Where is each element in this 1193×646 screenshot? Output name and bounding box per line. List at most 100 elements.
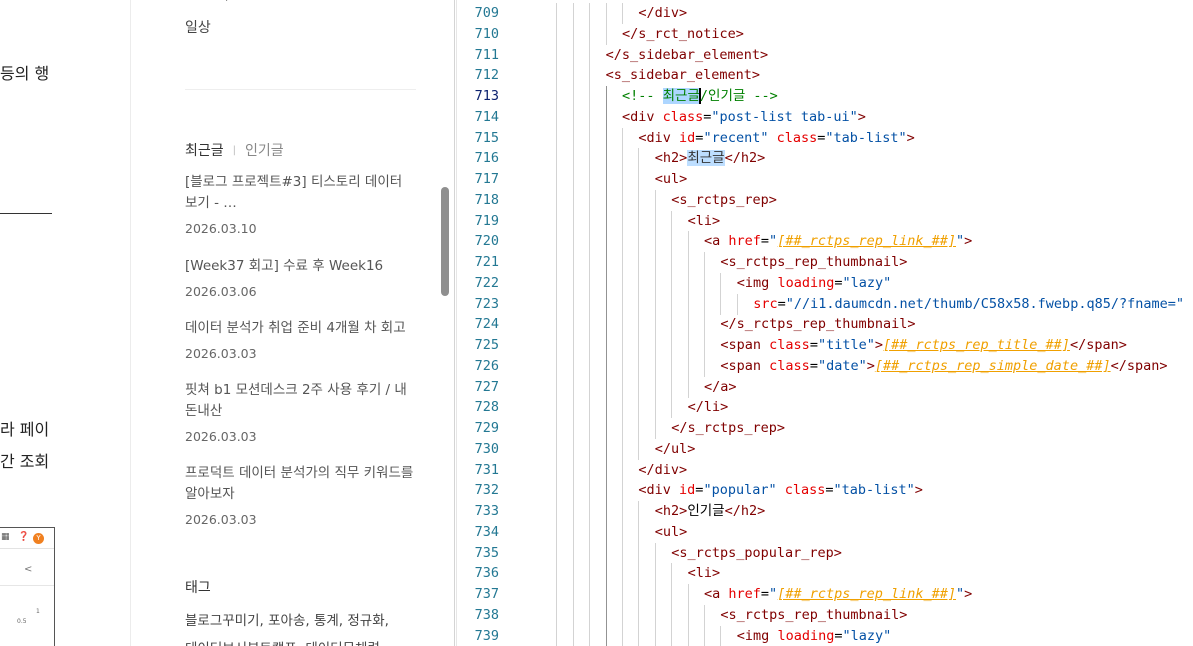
code-text[interactable]: <div class="post-list tab-ui"> (622, 107, 866, 128)
code-text[interactable]: </s_sidebar_element> (606, 45, 769, 66)
code-line[interactable]: 739 <img loading="lazy" (458, 625, 1193, 646)
code-line[interactable]: 724 </s_rctps_rep_thumbnail> (458, 314, 1193, 336)
code-line[interactable]: 718 <s_rctps_rep> (458, 189, 1193, 211)
code-line[interactable]: 732 <div id="popular" class="tab-list"> (458, 480, 1193, 502)
code-text[interactable]: </a> (704, 377, 737, 398)
code-text[interactable]: </s_rctps_rep_thumbnail> (720, 314, 915, 335)
indent-guide (556, 293, 558, 315)
post-title[interactable]: [Week37 회고] 수료 후 Week16 (185, 256, 417, 277)
token-hl: 최근글 (662, 88, 700, 104)
code-text[interactable]: <s_rctps_rep_thumbnail> (720, 252, 907, 273)
code-text[interactable]: <h2>인기글</h2> (655, 501, 765, 522)
code-text[interactable]: </div> (638, 460, 687, 481)
code-line[interactable]: 728 </li> (458, 397, 1193, 419)
code-line[interactable]: 733 <h2>인기글</h2> (458, 501, 1193, 522)
code-text[interactable]: </ul> (655, 439, 696, 460)
indent-guide (671, 376, 673, 398)
code-line[interactable]: 710 </s_rct_notice> (458, 23, 1193, 45)
code-line[interactable]: 720 <a href="[##_rctps_rep_link_##]"> (458, 231, 1193, 253)
code-line[interactable]: 737 <a href="[##_rctps_rep_link_##]"> (458, 584, 1193, 605)
list-item[interactable]: [Week37 회고] 수료 후 Week16 2026.03.06 (185, 256, 417, 318)
tag-list[interactable]: 데이터보서부트캠프, 데이터무체력 (185, 637, 380, 646)
code-text[interactable]: <s_sidebar_element> (606, 65, 760, 86)
code-text[interactable]: <div id="recent" class="tab-list"> (638, 128, 914, 149)
code-editor[interactable]: 709 </div> 710 </s_rct_notice> 711 </s_sideba… (458, 0, 1193, 646)
indent-guide (605, 210, 607, 232)
code-text[interactable]: <s_rctps_rep> (671, 190, 777, 211)
code-line[interactable]: 715 <div id="recent" class="tab-list"> (458, 127, 1193, 149)
indent-guide (687, 376, 689, 398)
indent-guide (638, 189, 640, 211)
code-text[interactable]: <a href="[##_rctps_rep_link_##]"> (704, 231, 972, 252)
token-tag: </s_sidebar_element> (605, 46, 769, 63)
code-line[interactable]: 713 <!-- 최근글/인기글 --> (458, 86, 1193, 107)
tab-recent[interactable]: 최근글 (185, 143, 224, 159)
list-item[interactable]: 핏쳐 b1 모션데스크 2주 사용 후기 / 내돈내산 2026.03.03 (185, 380, 417, 463)
code-text[interactable]: </div> (638, 3, 687, 24)
list-item[interactable]: 데이터 분석가 취업 준비 4개월 차 회고 2026.03.03 (185, 318, 417, 380)
scrollbar-thumb[interactable] (441, 187, 449, 296)
code-line[interactable]: 730 </ul> (458, 438, 1193, 460)
code-line[interactable]: 716 <h2>최근글</h2> (458, 148, 1193, 170)
code-lines[interactable]: 709 </div> 710 </s_rct_notice> 711 </s_sideba… (458, 3, 1193, 646)
code-text[interactable]: <s_rctps_popular_rep> (671, 543, 842, 564)
code-text[interactable]: src="//i1.daumcdn.net/thumb/C58x58.fwebp… (753, 294, 1184, 315)
indent-guide (572, 521, 574, 543)
code-line[interactable]: 738 <s_rctps_rep_thumbnail> (458, 604, 1193, 626)
pane-splitter[interactable] (454, 0, 455, 646)
post-title[interactable]: [블로그 프로젝트#3] 티스토리 데이터 보기 - … (185, 172, 417, 214)
code-line[interactable]: 731 </div> (458, 459, 1193, 481)
list-item[interactable]: 프로덕트 데이터 분석가의 직무 키워드를 알아보자 2026.03.03 (185, 463, 417, 547)
category-item[interactable]: 일상 (185, 17, 211, 37)
code-text[interactable]: <h2>최근글</h2> (655, 148, 765, 169)
code-line[interactable]: 735 <s_rctps_popular_rep> (458, 542, 1193, 564)
token-tag: <s_sidebar_element> (605, 67, 761, 84)
code-line[interactable]: 712 <s_sidebar_element> (458, 65, 1193, 87)
code-text[interactable]: <div id="popular" class="tab-list"> (638, 480, 923, 501)
code-line[interactable]: 726 <span class="date">[##_rctps_rep_simp… (458, 355, 1193, 377)
code-text[interactable]: </s_rct_notice> (622, 24, 744, 45)
indent-guide (605, 355, 607, 377)
code-line[interactable]: 722 <img loading="lazy" (458, 272, 1193, 294)
code-line[interactable]: 736 <li> (458, 563, 1193, 585)
preview-scrollbar[interactable] (439, 0, 452, 646)
code-text[interactable]: <!-- 최근글/인기글 --> (622, 86, 778, 107)
token-cmt: <!-- (622, 88, 663, 104)
indent-guide (589, 355, 591, 377)
code-line[interactable]: 711 </s_sidebar_element> (458, 44, 1193, 66)
tag-list[interactable]: 블로그꾸미기, 포아송, 통계, 정규화, (185, 609, 389, 629)
line-number: 732 (474, 482, 499, 499)
post-title[interactable]: 데이터 분석가 취업 준비 4개월 차 회고 (185, 318, 417, 339)
list-item[interactable]: [블로그 프로젝트#3] 티스토리 데이터 보기 - … 2026.03.10 (185, 172, 417, 256)
code-text[interactable]: <ul> (655, 169, 688, 190)
code-line[interactable]: 727 </a> (458, 376, 1193, 398)
indent-guide (654, 272, 656, 294)
code-text[interactable]: <ul> (655, 522, 688, 543)
code-text[interactable]: <span class="date">[##_rctps_rep_simple_… (720, 356, 1167, 377)
code-line[interactable]: 725 <span class="title">[##_rctps_rep_tit… (458, 335, 1193, 356)
code-line[interactable]: 723 src="//i1.daumcdn.net/thumb/C58x58.fw… (458, 293, 1193, 315)
post-title[interactable]: 핏쳐 b1 모션데스크 2주 사용 후기 / 내돈내산 (185, 380, 417, 422)
code-line[interactable]: 717 <ul> (458, 169, 1193, 190)
code-text[interactable]: <a href="[##_rctps_rep_link_##]"> (704, 584, 972, 605)
code-text[interactable]: <img loading="lazy" (737, 273, 891, 294)
post-title[interactable]: 프로덕트 데이터 분석가의 직무 키워드를 알아보자 (185, 463, 417, 505)
code-text[interactable]: <li> (688, 563, 721, 584)
indent-guide (572, 169, 574, 190)
code-text[interactable]: <s_rctps_rep_thumbnail> (720, 605, 907, 626)
code-line[interactable]: 729 </s_rctps_rep> (458, 418, 1193, 439)
code-line[interactable]: 721 <s_rctps_rep_thumbnail> (458, 252, 1193, 273)
code-line[interactable]: 734 <ul> (458, 521, 1193, 543)
embedded-screenshot-thumbnail[interactable]: ▦ ❓ Y < 1 0.5 (0, 527, 55, 646)
code-text[interactable]: <span class="title">[##_rctps_rep_title_… (720, 335, 1126, 356)
token-tag: </s_rctps_rep> (671, 420, 785, 436)
code-text[interactable]: </s_rctps_rep> (671, 418, 785, 439)
code-text[interactable]: <li> (688, 211, 721, 232)
code-text[interactable]: <img loading="lazy" (737, 626, 891, 646)
code-line[interactable]: 714 <div class="post-list tab-ui"> (458, 106, 1193, 128)
code-line[interactable]: 719 <li> (458, 210, 1193, 232)
indent-guide (622, 459, 623, 481)
tab-popular[interactable]: 인기글 (245, 143, 284, 159)
code-text[interactable]: </li> (688, 397, 729, 418)
code-line[interactable]: 709 </div> (458, 3, 1193, 24)
